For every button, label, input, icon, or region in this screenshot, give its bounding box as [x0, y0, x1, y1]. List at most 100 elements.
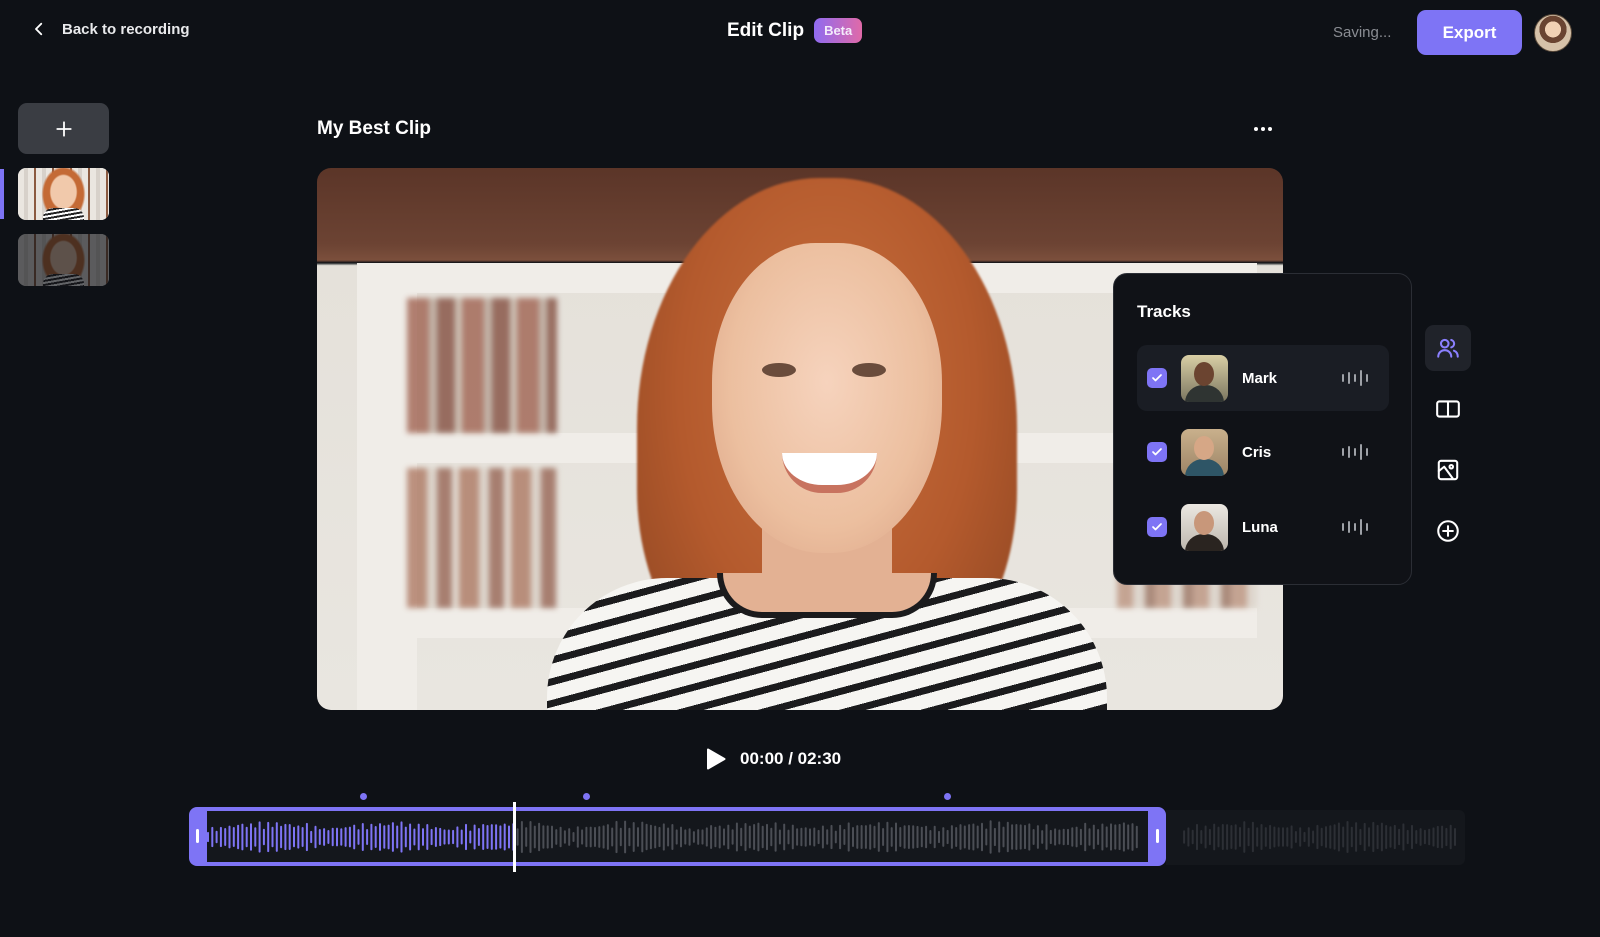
- waveform-bar: [413, 828, 416, 846]
- waveform-bar: [649, 824, 652, 850]
- waveform-bar: [357, 829, 360, 845]
- audio-waveform-icon[interactable]: [1341, 370, 1371, 386]
- selected-clip-indicator: [0, 169, 4, 219]
- waveform-bar: [705, 827, 708, 847]
- add-clip-button[interactable]: [18, 103, 109, 154]
- track-checkbox[interactable]: [1147, 517, 1167, 537]
- chevron-left-icon: [35, 22, 43, 36]
- waveform-bar: [374, 826, 377, 848]
- waveform-bar: [232, 826, 235, 848]
- play-button[interactable]: [706, 748, 726, 770]
- track-name: Luna: [1242, 518, 1278, 536]
- track-avatar: [1181, 354, 1228, 402]
- user-avatar[interactable]: [1534, 14, 1572, 52]
- track-name: Cris: [1242, 443, 1272, 461]
- avatar-face: [1194, 435, 1214, 460]
- track-row[interactable]: Mark: [1137, 345, 1389, 411]
- save-status: Saving...: [1333, 24, 1392, 41]
- waveform-bar: [443, 829, 446, 845]
- waveform-bar: [1230, 824, 1233, 850]
- waveform-bar: [568, 828, 571, 846]
- timeline-marker[interactable]: [582, 793, 590, 800]
- track-avatar: [1181, 503, 1228, 551]
- waveform-bar: [809, 828, 811, 846]
- clip-title: My Best Clip: [317, 118, 432, 139]
- more-options-button[interactable]: [1251, 117, 1275, 141]
- tracks-tool-button[interactable]: [1425, 325, 1471, 371]
- clip-thumbnail[interactable]: [18, 234, 109, 286]
- waveform-bar: [852, 827, 854, 847]
- waveform-bar: [1041, 830, 1044, 844]
- track-checkbox[interactable]: [1147, 442, 1167, 462]
- waveform-bar: [1363, 822, 1366, 852]
- waveform-bar: [688, 828, 691, 846]
- waveform-bar: [972, 823, 975, 851]
- layout-tool-button[interactable]: [1425, 386, 1471, 432]
- audio-waveform-icon[interactable]: [1341, 444, 1371, 460]
- waveform-bar: [348, 826, 351, 848]
- waveform-bar: [1071, 827, 1074, 847]
- waveform-bar: [985, 828, 988, 846]
- waveform-bar: [215, 830, 218, 844]
- playhead[interactable]: [513, 802, 517, 872]
- waveform-bar: [942, 827, 945, 847]
- collar: [717, 573, 937, 618]
- timeline-marker[interactable]: [943, 793, 951, 800]
- waveform-bar: [684, 829, 687, 845]
- waveform-bar: [293, 826, 295, 848]
- waveform-bar: [542, 825, 545, 849]
- waveform-bar: [551, 825, 553, 849]
- waveform-bar: [856, 825, 859, 849]
- waveform-bar: [318, 828, 321, 846]
- waveform-bar: [1320, 827, 1323, 847]
- waveform-bar: [490, 824, 493, 850]
- waveform-bar: [826, 829, 829, 845]
- track-checkbox[interactable]: [1147, 368, 1167, 388]
- trim-handle-start[interactable]: [196, 829, 199, 843]
- export-button[interactable]: Export: [1417, 10, 1522, 55]
- avatar-face: [1194, 510, 1214, 535]
- waveform-bar: [258, 821, 261, 853]
- image-tool-button[interactable]: [1425, 447, 1471, 493]
- waveform-bar: [275, 822, 278, 852]
- waveform-bar: [370, 823, 373, 851]
- waveform-bar: [1406, 829, 1409, 845]
- track-row[interactable]: Cris: [1137, 419, 1389, 485]
- waveform-bar: [1402, 823, 1405, 851]
- waveform-bar: [602, 825, 605, 849]
- mouth: [782, 453, 877, 493]
- waveform-bar: [804, 827, 807, 847]
- waveform-bar: [1441, 825, 1444, 849]
- waveform-bar: [843, 829, 846, 845]
- waveform-bar: [323, 828, 326, 846]
- timeline-marker[interactable]: [359, 793, 367, 800]
- waveform-bar: [572, 831, 575, 843]
- waveform-bar: [1342, 826, 1345, 848]
- tracks-panel: Tracks Mark Cris Luna: [1113, 273, 1412, 585]
- eye: [852, 363, 886, 377]
- beta-badge: Beta: [814, 18, 863, 43]
- waveform-bar: [615, 820, 618, 854]
- waveform-bar: [998, 821, 1001, 853]
- waveform-bar: [1282, 827, 1284, 847]
- waveform-bar: [920, 826, 923, 848]
- waveform-bar: [778, 829, 781, 845]
- waveform-bar: [1389, 826, 1392, 848]
- waveform-bar: [912, 825, 915, 849]
- waveform-bar: [529, 821, 532, 853]
- waveform-bar: [452, 829, 455, 845]
- audio-waveform-icon[interactable]: [1341, 519, 1371, 535]
- waveform-bar: [796, 828, 799, 846]
- waveform-bar: [1333, 824, 1336, 850]
- clip-thumbnail[interactable]: [18, 168, 109, 220]
- back-to-recording-link[interactable]: Back to recording: [30, 20, 190, 38]
- add-element-button[interactable]: [1425, 508, 1471, 554]
- waveform-bar: [839, 824, 842, 850]
- waveform-bar: [482, 823, 485, 851]
- waveform-bar: [1131, 823, 1134, 851]
- waveform-bar: [224, 827, 227, 847]
- track-row[interactable]: Luna: [1137, 494, 1389, 560]
- waveform-bar: [761, 825, 764, 849]
- waveform-bar: [250, 823, 252, 851]
- waveform-bar: [262, 828, 265, 846]
